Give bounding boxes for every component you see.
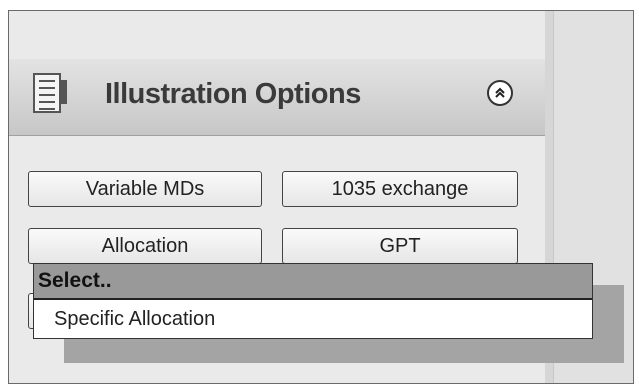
document-icon (33, 73, 67, 113)
collapse-chevron-up-icon[interactable] (487, 80, 513, 106)
dropdown-option-specific-allocation[interactable]: Specific Allocation (34, 300, 592, 338)
gpt-button[interactable]: GPT (282, 228, 518, 264)
1035-exchange-button[interactable]: 1035 exchange (282, 171, 518, 207)
variable-mds-button[interactable]: Variable MDs (28, 171, 262, 207)
allocation-button[interactable]: Allocation (28, 228, 262, 264)
dropdown-selected-item[interactable]: Select.. (34, 264, 592, 300)
app-frame: Illustration Options Variable MDs 1035 e… (8, 10, 634, 384)
panel-header: Illustration Options (9, 59, 545, 136)
allocation-dropdown[interactable]: Select.. Specific Allocation (33, 263, 593, 339)
panel-title: Illustration Options (105, 78, 361, 110)
